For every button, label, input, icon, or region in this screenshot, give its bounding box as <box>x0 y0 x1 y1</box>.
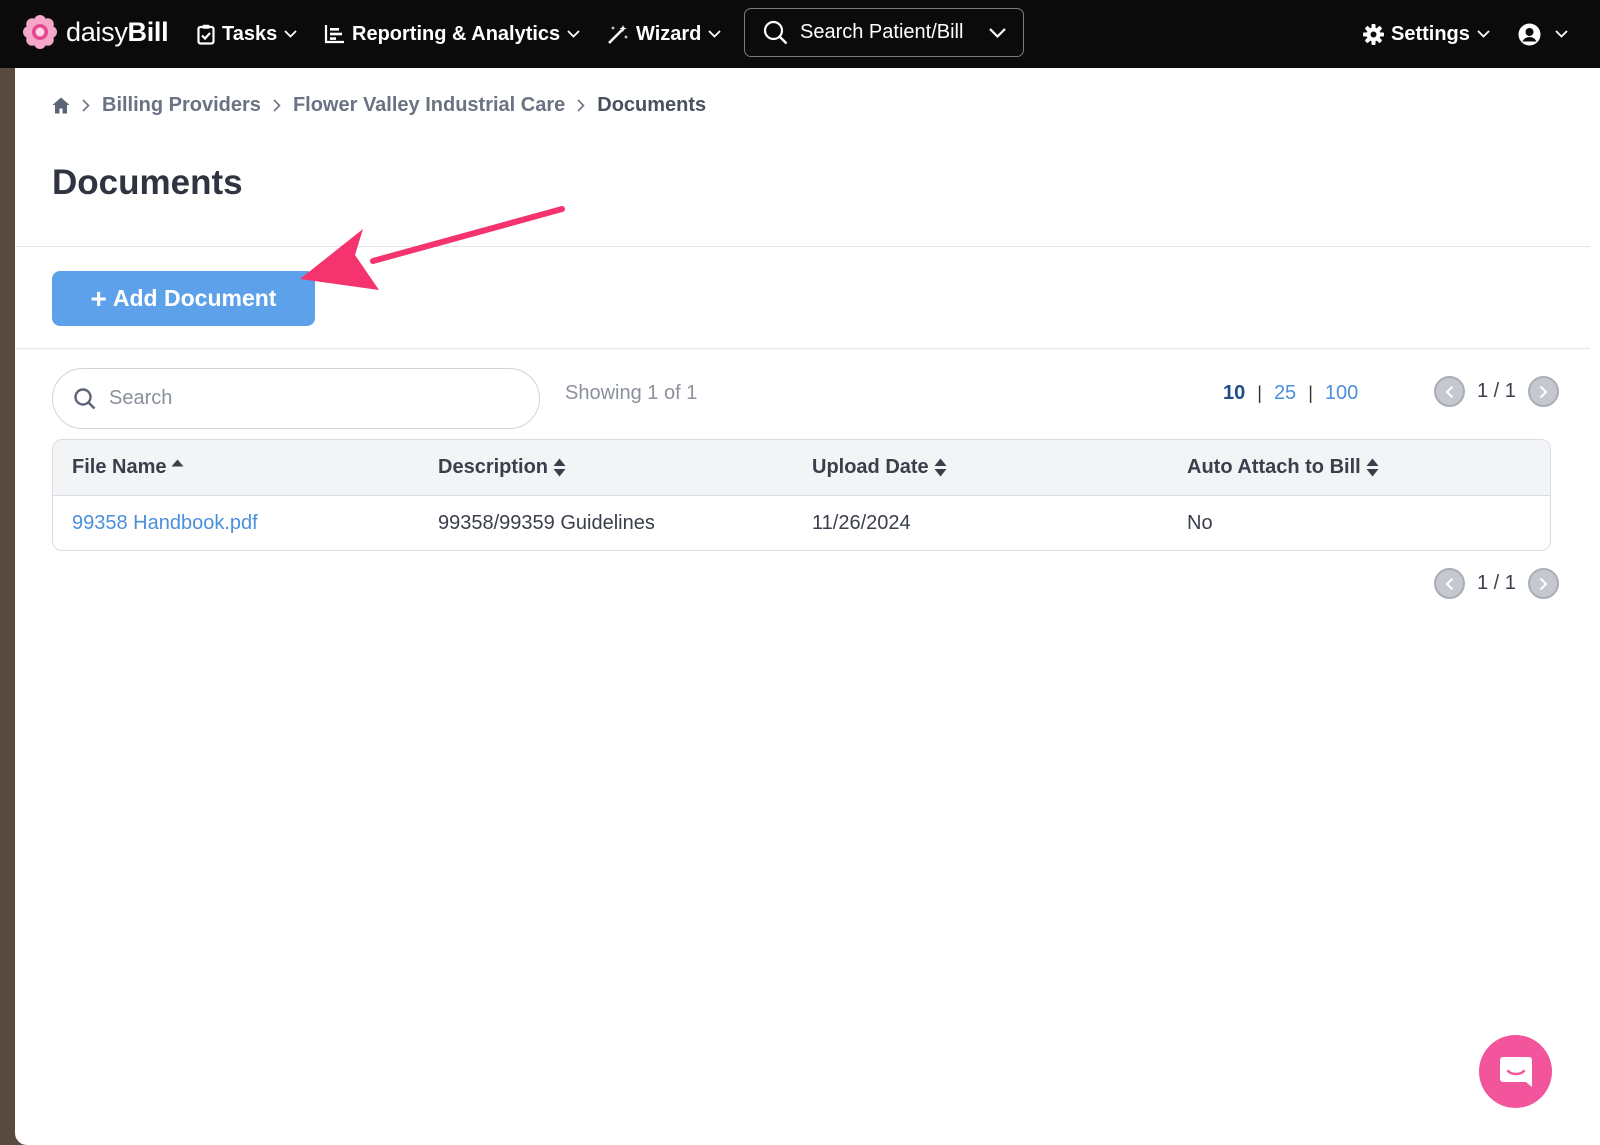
page-indicator: 1 / 1 <box>1477 380 1516 402</box>
chevron-right-icon <box>577 99 585 112</box>
patient-bill-search-label: Search Patient/Bill <box>800 21 964 43</box>
gear-icon <box>1363 23 1384 45</box>
chevron-right-icon <box>273 99 281 112</box>
chevron-down-icon <box>988 23 1007 42</box>
table-row: 99358 Handbook.pdf 99358/99359 Guideline… <box>53 496 1550 550</box>
chevron-left-icon <box>1445 385 1454 398</box>
magic-wand-icon <box>607 24 629 45</box>
chevron-right-icon <box>1539 577 1548 590</box>
header-description[interactable]: Description <box>438 456 566 479</box>
chevron-right-icon <box>82 99 90 112</box>
page-title: Documents <box>52 163 243 202</box>
prev-page-button[interactable] <box>1434 568 1465 599</box>
page-size-10[interactable]: 10 <box>1223 382 1245 405</box>
daisy-logo-icon <box>23 15 57 49</box>
search-icon <box>73 387 97 411</box>
chevron-down-icon <box>1555 30 1568 38</box>
nav-wizard[interactable]: Wizard <box>607 0 722 68</box>
nav-settings-label: Settings <box>1391 22 1470 45</box>
page-size-100[interactable]: 100 <box>1325 382 1358 405</box>
header-description-label: Description <box>438 456 549 478</box>
chat-icon <box>1499 1056 1532 1087</box>
add-document-label: Add Document <box>112 285 277 311</box>
nav-reporting-analytics[interactable]: Reporting & Analytics <box>324 0 580 68</box>
cell-upload-date: 11/26/2024 <box>812 512 911 534</box>
nav-tasks-label: Tasks <box>222 22 278 45</box>
sort-icon <box>934 458 947 477</box>
user-menu[interactable] <box>1518 0 1568 68</box>
breadcrumb-billing-providers[interactable]: Billing Providers <box>102 94 261 117</box>
next-page-button[interactable] <box>1527 376 1559 407</box>
sort-icon <box>553 458 566 477</box>
divider <box>15 246 1590 247</box>
add-document-button[interactable]: + Add Document <box>52 271 315 326</box>
table-header: File Name Description Upload Date Auto A… <box>53 440 1550 496</box>
pager-bottom: 1 / 1 <box>1434 568 1559 599</box>
sort-asc-icon <box>171 459 184 467</box>
header-upload-date-label: Upload Date <box>812 456 929 478</box>
next-page-button[interactable] <box>1527 568 1559 599</box>
sort-icon <box>1366 458 1379 477</box>
user-circle-icon <box>1518 23 1541 46</box>
breadcrumb-current: Documents <box>597 94 707 116</box>
chevron-down-icon <box>567 30 580 38</box>
home-icon[interactable] <box>52 97 70 114</box>
document-search[interactable] <box>52 368 540 429</box>
chevron-down-icon <box>284 30 297 38</box>
header-file-name-label: File Name <box>72 456 167 478</box>
plus-icon: + <box>90 282 107 314</box>
page-size-25[interactable]: 25 <box>1274 382 1296 405</box>
page-size-selector: 10 | 25 | 100 <box>1223 382 1358 405</box>
daisybill-logo[interactable]: daisyBill <box>23 15 169 49</box>
nav-settings[interactable]: Settings <box>1363 0 1490 68</box>
nav-tasks[interactable]: Tasks <box>197 0 297 68</box>
nav-reporting-label: Reporting & Analytics <box>352 22 561 45</box>
header-file-name[interactable]: File Name <box>72 456 184 479</box>
search-icon <box>763 20 788 45</box>
cell-auto-attach: No <box>1187 512 1213 534</box>
chevron-left-icon <box>1445 577 1454 590</box>
logo-text: daisyBill <box>66 16 169 47</box>
document-search-input[interactable] <box>109 387 489 410</box>
cell-description: 99358/99359 Guidelines <box>438 512 655 534</box>
chevron-down-icon <box>1477 30 1490 38</box>
main-content: Billing Providers Flower Valley Industri… <box>15 68 1600 1145</box>
header-upload-date[interactable]: Upload Date <box>812 456 947 479</box>
chevron-down-icon <box>708 30 722 38</box>
header-auto-attach[interactable]: Auto Attach to Bill <box>1187 456 1379 479</box>
chat-button[interactable] <box>1479 1035 1552 1108</box>
pager-top: 1 / 1 <box>1434 376 1559 407</box>
chart-bar-icon <box>324 24 345 44</box>
divider <box>15 348 1590 349</box>
separator: | <box>1308 383 1313 403</box>
showing-count: Showing 1 of 1 <box>565 382 698 404</box>
documents-table: File Name Description Upload Date Auto A… <box>52 439 1551 551</box>
page-indicator: 1 / 1 <box>1477 572 1516 594</box>
header-auto-attach-label: Auto Attach to Bill <box>1187 456 1361 478</box>
separator: | <box>1257 383 1262 403</box>
breadcrumb-provider[interactable]: Flower Valley Industrial Care <box>293 94 565 117</box>
prev-page-button[interactable] <box>1434 376 1465 407</box>
top-nav-bar: daisyBill Tasks Reporting & Analytics Wi… <box>0 0 1600 68</box>
nav-wizard-label: Wizard <box>636 22 702 45</box>
clipboard-check-icon <box>197 24 215 45</box>
breadcrumb: Billing Providers Flower Valley Industri… <box>52 94 706 117</box>
chevron-right-icon <box>1539 385 1548 398</box>
file-name-link[interactable]: 99358 Handbook.pdf <box>72 512 258 535</box>
patient-bill-search[interactable]: Search Patient/Bill <box>744 8 1024 57</box>
annotation-arrow <box>300 206 565 290</box>
